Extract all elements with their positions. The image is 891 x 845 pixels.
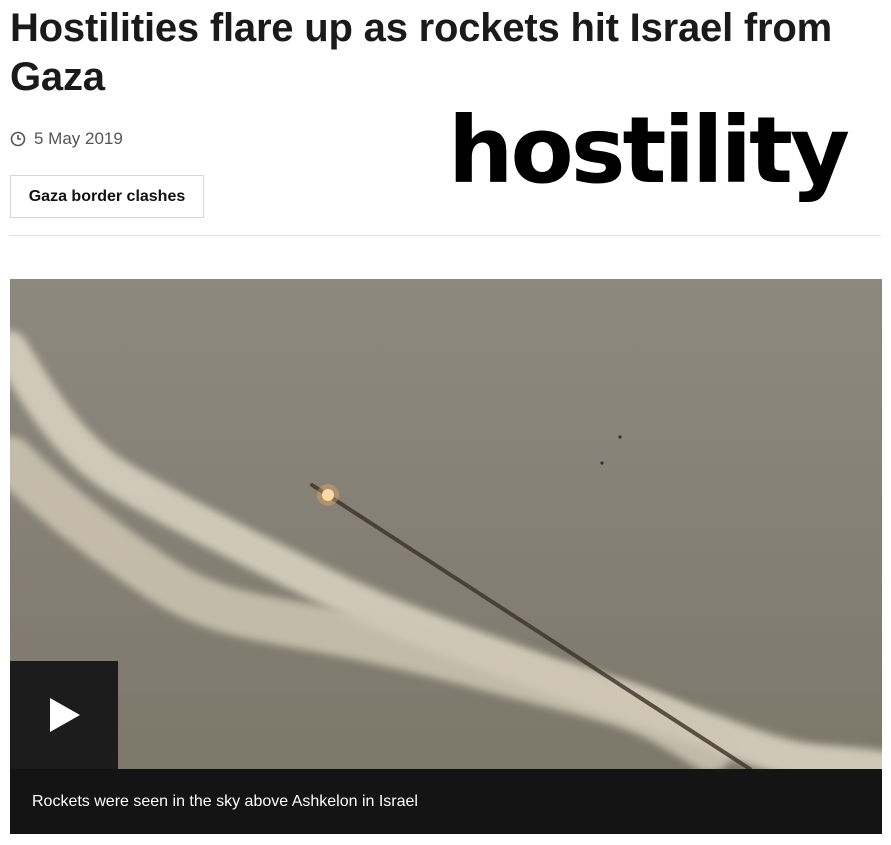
topic-tag-label: Gaza border clashes: [28, 187, 186, 205]
article-dateline: 5 May 2019: [10, 129, 123, 149]
play-icon: [50, 698, 80, 732]
video-caption: Rockets were seen in the sky above Ashke…: [10, 769, 882, 834]
video-player[interactable]: Rockets were seen in the sky above Ashke…: [10, 279, 882, 834]
topic-tag-link[interactable]: Gaza border clashes: [10, 175, 204, 218]
article-date: 5 May 2019: [34, 129, 123, 148]
header-divider: [10, 235, 881, 236]
article-headline: Hostilities flare up as rockets hit Isra…: [10, 6, 832, 99]
caption-text: Rockets were seen in the sky above Ashke…: [32, 792, 418, 810]
rocket-photo: [10, 279, 882, 769]
clock-icon: [10, 131, 26, 147]
overlay-word: hostility: [448, 97, 850, 204]
play-button[interactable]: [10, 661, 118, 769]
